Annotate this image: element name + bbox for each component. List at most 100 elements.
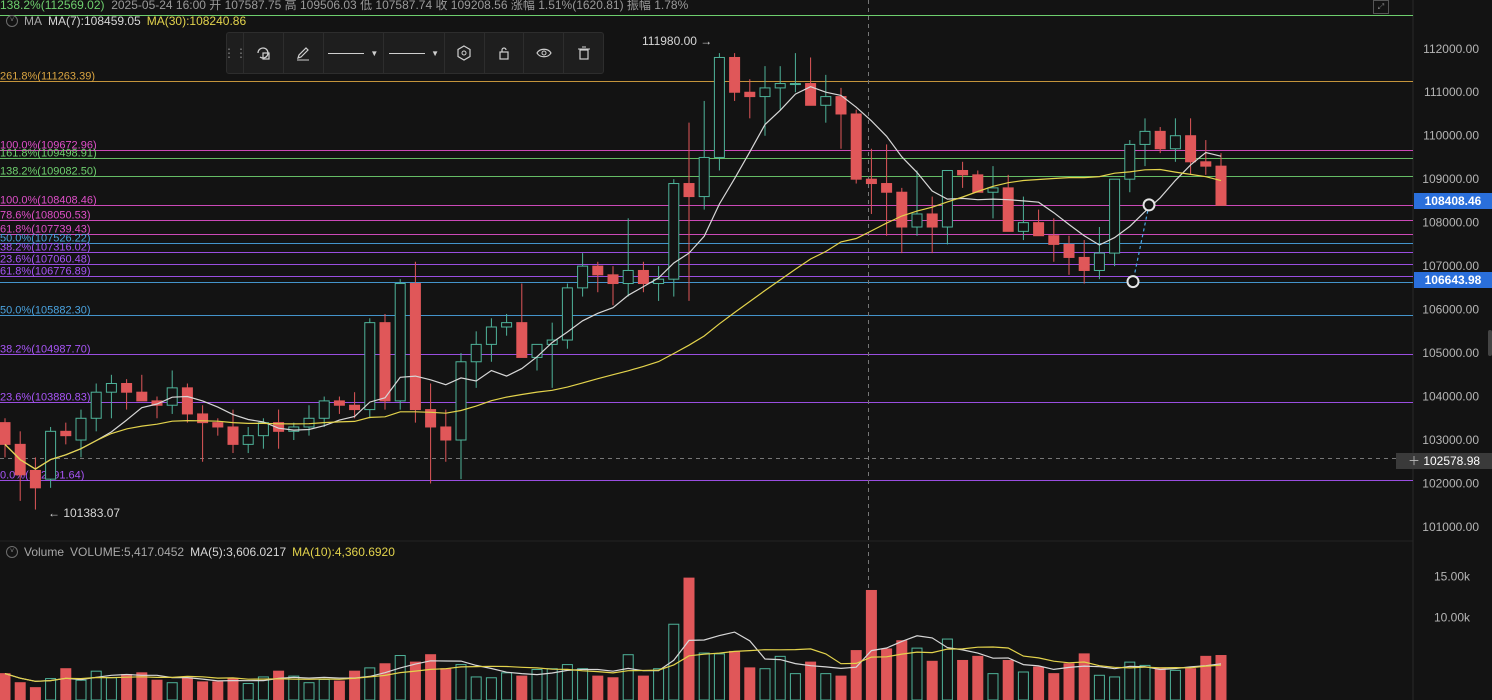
expand-icon[interactable]: ⤢ — [1373, 0, 1389, 14]
candle[interactable] — [227, 426, 239, 445]
candle[interactable] — [1215, 165, 1227, 206]
candle[interactable] — [820, 96, 832, 106]
drag-handle-icon[interactable]: ⋮⋮ — [223, 33, 247, 73]
visibility-icon[interactable] — [524, 33, 565, 73]
candle[interactable] — [1017, 222, 1029, 232]
volume-bar — [1169, 669, 1181, 700]
candle[interactable] — [957, 169, 969, 176]
candle[interactable] — [60, 430, 72, 437]
candle[interactable] — [698, 156, 710, 198]
candle[interactable] — [318, 400, 330, 419]
candle[interactable] — [835, 96, 847, 115]
candle[interactable] — [1154, 130, 1166, 150]
volume-bar — [90, 670, 102, 700]
candle[interactable] — [881, 183, 893, 193]
trading-chart[interactable]: 261.8%(111263.39)100.0%(109672.96)161.8%… — [0, 0, 1492, 700]
candle[interactable] — [440, 426, 452, 441]
volume-bar — [972, 655, 984, 700]
collapse-chevron-icon[interactable]: ˅ — [6, 15, 18, 27]
candle[interactable] — [1169, 135, 1181, 150]
candle[interactable] — [850, 113, 862, 180]
candle[interactable] — [45, 430, 57, 480]
candle[interactable] — [577, 265, 589, 289]
candle[interactable] — [789, 83, 801, 86]
candle[interactable] — [1078, 256, 1090, 271]
volume-bar — [333, 680, 345, 700]
candle[interactable] — [896, 191, 908, 228]
volume-bar — [181, 677, 193, 700]
candle[interactable] — [1185, 135, 1197, 163]
candle[interactable] — [607, 274, 619, 285]
candle[interactable] — [516, 322, 528, 358]
candle[interactable] — [622, 269, 634, 285]
candle[interactable] — [865, 178, 877, 185]
candle[interactable] — [394, 283, 406, 402]
candle[interactable] — [257, 422, 269, 437]
candle[interactable] — [683, 183, 695, 198]
object-tree-icon[interactable] — [244, 33, 284, 73]
candle[interactable] — [75, 417, 87, 441]
candle[interactable] — [592, 265, 604, 276]
line-width-dropdown[interactable]: ▼ — [384, 33, 445, 73]
candle[interactable] — [713, 56, 725, 158]
volume-label[interactable]: Volume — [24, 545, 64, 559]
drawing-handle[interactable] — [1126, 275, 1140, 289]
candle[interactable] — [29, 469, 41, 489]
candle[interactable] — [972, 174, 984, 193]
candle[interactable] — [1048, 235, 1060, 245]
candle[interactable] — [1109, 178, 1121, 254]
candle[interactable] — [637, 269, 649, 285]
candle[interactable] — [470, 343, 482, 363]
candle[interactable] — [531, 343, 543, 358]
candle[interactable] — [303, 417, 315, 428]
fib-label: 50.0%(105882.30) — [0, 305, 91, 317]
candle[interactable] — [121, 383, 133, 393]
candle[interactable] — [501, 322, 513, 328]
candle[interactable] — [774, 83, 786, 89]
candle[interactable] — [1033, 222, 1045, 237]
candle[interactable] — [349, 404, 361, 411]
lock-icon[interactable] — [485, 33, 525, 73]
collapse-chevron-icon[interactable]: ˅ — [6, 546, 18, 558]
candle[interactable] — [409, 283, 421, 411]
candle[interactable] — [212, 422, 224, 428]
volume-bar — [1200, 655, 1212, 700]
candle[interactable] — [668, 183, 680, 280]
candle[interactable] — [1063, 243, 1075, 258]
candle[interactable] — [136, 391, 148, 402]
candle[interactable] — [1200, 161, 1212, 167]
pen-icon[interactable] — [284, 33, 324, 73]
candle[interactable] — [242, 435, 254, 445]
candle[interactable] — [744, 91, 756, 98]
candle[interactable] — [987, 187, 999, 193]
candle[interactable] — [911, 213, 923, 228]
volume-bar — [957, 659, 969, 700]
candle[interactable] — [926, 213, 938, 228]
candle[interactable] — [333, 400, 345, 406]
candle[interactable] — [455, 361, 467, 441]
candle[interactable] — [379, 322, 391, 402]
price-tick-label: 109000.00 — [1422, 172, 1479, 186]
candle[interactable] — [485, 326, 497, 345]
volume-bar — [577, 668, 589, 700]
candle[interactable] — [1093, 252, 1105, 271]
price-tick-label: 102000.00 — [1422, 476, 1479, 490]
candle[interactable] — [1124, 143, 1136, 180]
candle[interactable] — [759, 87, 771, 98]
volume-bar — [637, 675, 649, 700]
candle[interactable] — [364, 322, 376, 411]
candle[interactable] — [1002, 187, 1014, 232]
drawing-handle[interactable] — [1142, 198, 1156, 212]
candle[interactable] — [0, 422, 11, 445]
settings-icon[interactable] — [445, 33, 485, 73]
scroll-handle[interactable] — [1488, 330, 1492, 356]
candle[interactable] — [181, 387, 193, 415]
fib-label: 38.2%(107316.02) — [0, 242, 91, 254]
trash-icon[interactable] — [564, 33, 603, 73]
line-style-dropdown[interactable]: ▼ — [324, 33, 385, 73]
ma-label[interactable]: MA — [24, 14, 42, 28]
candle[interactable] — [105, 383, 117, 393]
candle[interactable] — [90, 391, 102, 419]
candle[interactable] — [729, 56, 741, 93]
candle[interactable] — [1139, 130, 1151, 145]
